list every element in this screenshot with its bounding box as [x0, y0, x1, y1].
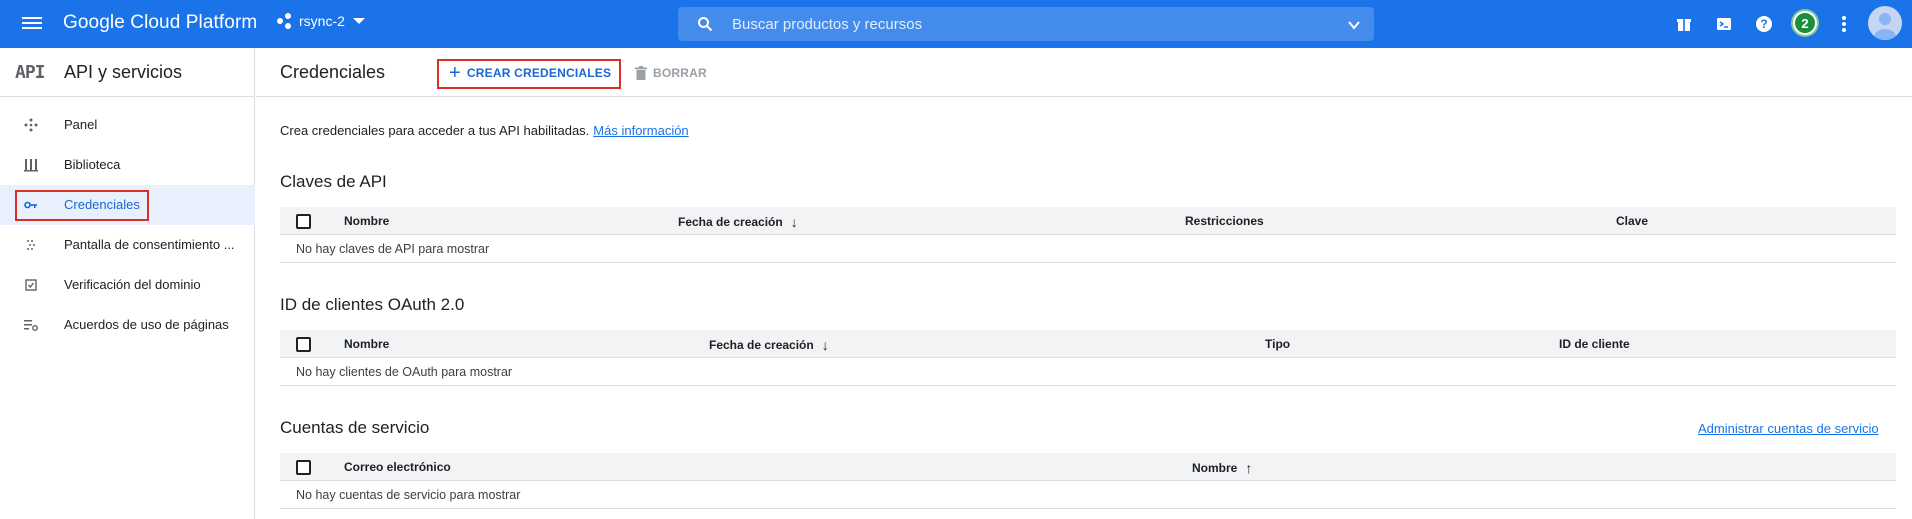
- intro-text: Crea credenciales para acceder a tus API…: [280, 123, 689, 138]
- empty-row: No hay claves de API para mostrar: [280, 235, 1896, 263]
- empty-row: No hay cuentas de servicio para mostrar: [280, 481, 1896, 509]
- sidebar-item-consent-screen[interactable]: Pantalla de consentimiento ...: [0, 225, 255, 265]
- hamburger-menu-icon[interactable]: [20, 14, 44, 34]
- top-app-bar: Google Cloud Platform rsync-2 ? 2: [0, 0, 1912, 48]
- search-bar[interactable]: [678, 7, 1374, 41]
- select-all-checkbox[interactable]: [296, 460, 311, 475]
- api-keys-table-header: Nombre Fecha de creación ↓ Restricciones …: [280, 207, 1896, 235]
- column-header[interactable]: Correo electrónico: [344, 460, 451, 474]
- section-title-service-accounts: Cuentas de servicio: [280, 418, 430, 437]
- sidebar-header: API API y servicios: [0, 48, 255, 97]
- chevron-down-icon[interactable]: [1348, 19, 1360, 31]
- select-all-checkbox[interactable]: [296, 337, 311, 352]
- highlight-box: [15, 190, 149, 221]
- trash-icon: [635, 66, 647, 80]
- arrow-up-icon: ↑: [1245, 460, 1253, 476]
- notification-badge[interactable]: 2: [1793, 11, 1817, 35]
- column-header[interactable]: Clave: [1616, 214, 1648, 228]
- delete-label: BORRAR: [653, 66, 707, 80]
- intro-sentence: Crea credenciales para acceder a tus API…: [280, 123, 590, 138]
- domain-check-icon: [25, 279, 37, 291]
- service-accounts-table-header: Correo electrónico Nombre ↑: [280, 453, 1896, 481]
- gift-icon[interactable]: [1672, 12, 1696, 36]
- select-all-checkbox[interactable]: [296, 214, 311, 229]
- project-name: rsync-2: [299, 13, 345, 29]
- search-icon: [698, 17, 713, 32]
- project-selector[interactable]: rsync-2: [277, 13, 365, 29]
- search-input[interactable]: [732, 7, 1292, 41]
- sidebar-item-domain-verification[interactable]: Verificación del dominio: [0, 265, 255, 305]
- manage-service-accounts-link[interactable]: Administrar cuentas de servicio: [1698, 421, 1879, 436]
- delete-button[interactable]: BORRAR: [635, 59, 707, 87]
- api-logo: API: [15, 62, 45, 83]
- project-dots-icon: [277, 13, 293, 29]
- column-header[interactable]: Nombre: [344, 337, 389, 351]
- column-header[interactable]: Restricciones: [1185, 214, 1264, 228]
- page-header: Credenciales + CREAR CREDENCIALES BORRAR: [256, 48, 1912, 97]
- sidebar-item-label: Panel: [64, 117, 98, 132]
- column-header[interactable]: Fecha de creación ↓: [709, 337, 829, 353]
- column-header[interactable]: ID de cliente: [1559, 337, 1630, 351]
- help-icon[interactable]: ?: [1752, 12, 1776, 36]
- arrow-down-icon: ↓: [790, 214, 798, 230]
- settings-list-icon: [24, 320, 38, 331]
- sidebar-item-page-usage[interactable]: Acuerdos de uso de páginas: [0, 305, 255, 345]
- sidebar-item-label: Acuerdos de uso de páginas: [64, 317, 229, 332]
- sidebar-item-library[interactable]: Biblioteca: [0, 145, 255, 185]
- column-header[interactable]: Fecha de creación ↓: [678, 214, 798, 230]
- more-vert-icon[interactable]: [1832, 12, 1856, 36]
- highlight-box: [437, 59, 621, 89]
- dashboard-icon: [24, 118, 38, 132]
- section-title-oauth: ID de clientes OAuth 2.0: [280, 295, 465, 314]
- more-info-link[interactable]: Más información: [593, 123, 688, 138]
- sidebar-item-label: Pantalla de consentimiento ...: [64, 237, 235, 252]
- column-header[interactable]: Nombre ↑: [1192, 460, 1252, 476]
- sidebar-item-label: Biblioteca: [64, 157, 121, 172]
- sidebar-title: API y servicios: [64, 62, 183, 82]
- page-title: Credenciales: [280, 62, 386, 82]
- arrow-down-icon: ↓: [821, 337, 829, 353]
- consent-icon: [27, 240, 35, 250]
- sidebar: API API y servicios Panel Biblioteca Cre…: [0, 48, 255, 519]
- library-icon: [24, 159, 38, 172]
- empty-row: No hay clientes de OAuth para mostrar: [280, 358, 1896, 386]
- section-title-api-keys: Claves de API: [280, 172, 387, 191]
- column-header[interactable]: Nombre: [344, 214, 389, 228]
- sidebar-item-label: Verificación del dominio: [64, 277, 201, 292]
- svg-text:?: ?: [1760, 17, 1767, 31]
- terminal-icon[interactable]: [1712, 12, 1736, 36]
- oauth-table-header: Nombre Fecha de creación ↓ Tipo ID de cli…: [280, 330, 1896, 358]
- sidebar-item-panel[interactable]: Panel: [0, 105, 255, 145]
- column-header[interactable]: Tipo: [1265, 337, 1290, 351]
- avatar[interactable]: [1868, 6, 1902, 40]
- brand-title[interactable]: Google Cloud Platform: [63, 12, 257, 34]
- caret-down-icon: [352, 18, 365, 24]
